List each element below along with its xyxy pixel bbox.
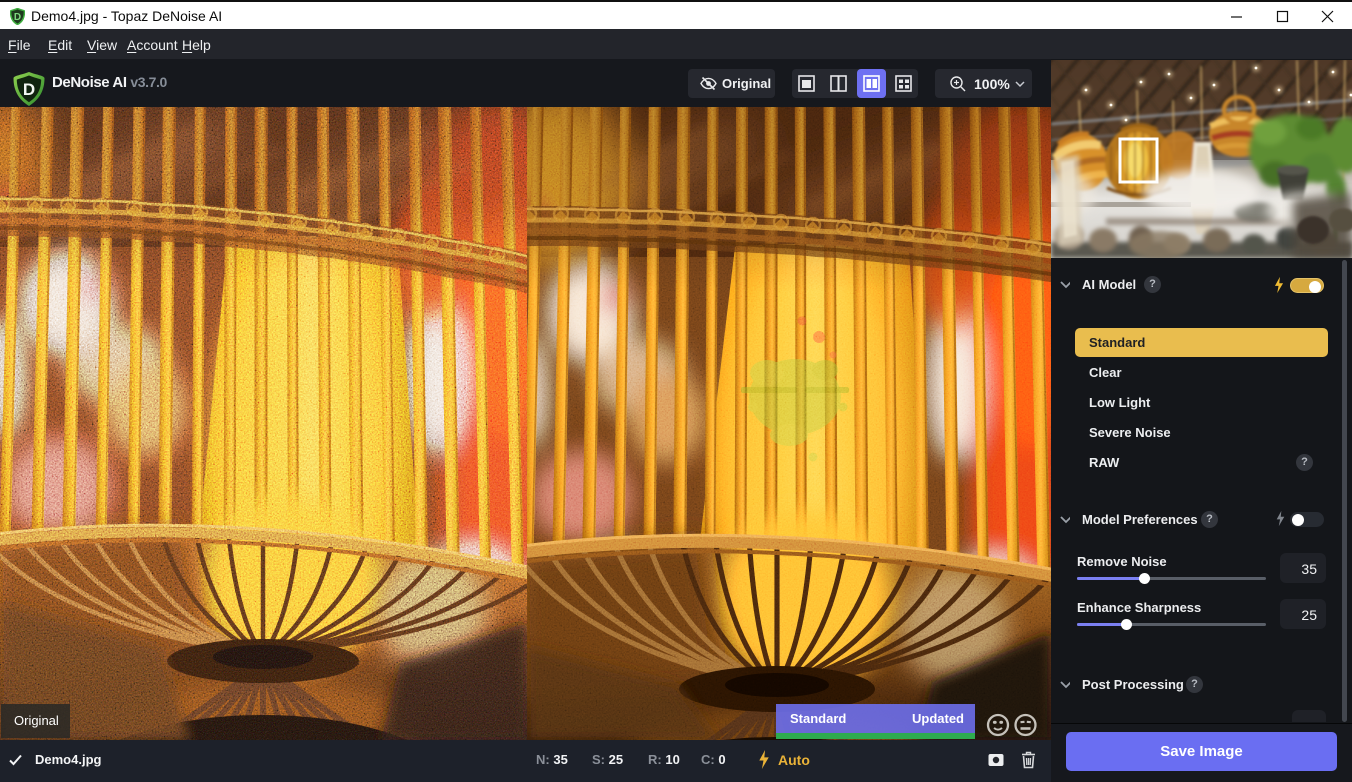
svg-text:D: D xyxy=(14,12,21,23)
svg-text:D: D xyxy=(23,80,35,99)
